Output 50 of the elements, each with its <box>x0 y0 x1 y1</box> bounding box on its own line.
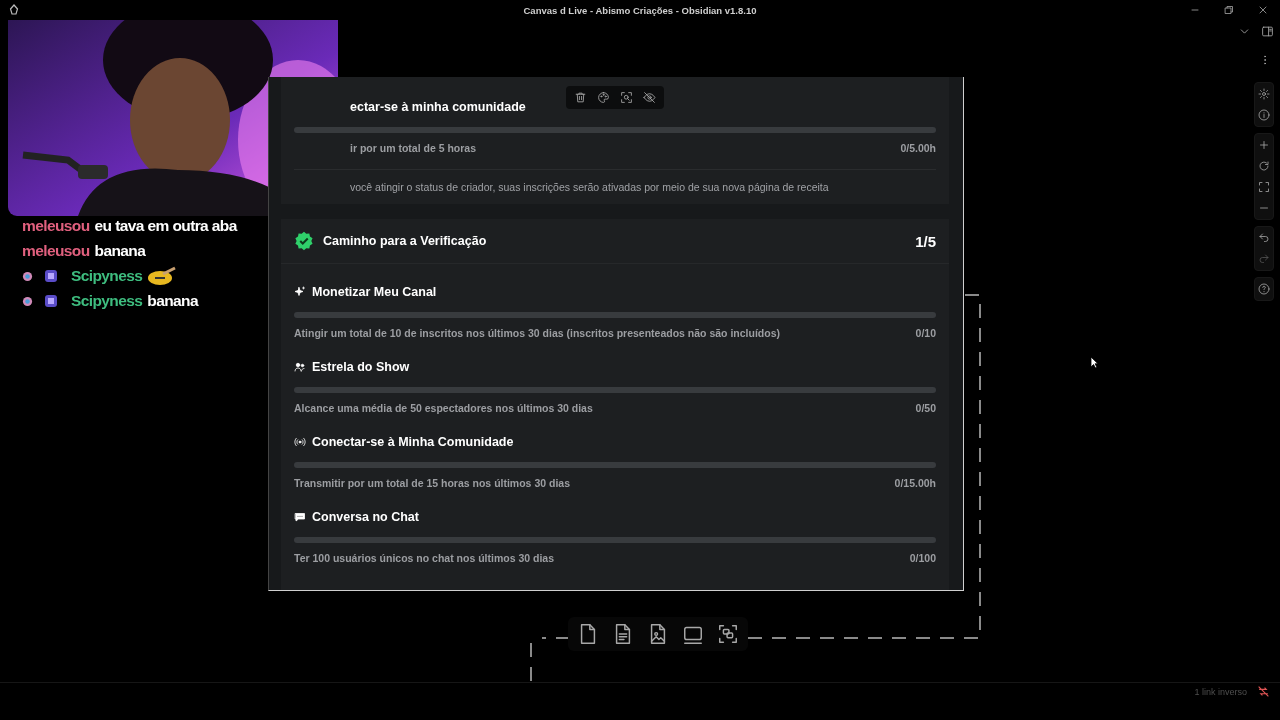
chat-username[interactable]: Scipyness <box>71 292 143 310</box>
section-title: ectar-se à minha comunidade <box>350 100 526 114</box>
chat-message: eu tava em outra aba <box>94 217 237 235</box>
chat-bubble-icon <box>294 511 306 523</box>
badge-icon <box>44 294 58 308</box>
goal-description: Ter 100 usuários únicos no chat nos últimos 30 dias <box>294 552 555 564</box>
trash-icon[interactable] <box>574 91 587 104</box>
undo-icon[interactable] <box>1258 232 1270 244</box>
zoom-to-fit-icon[interactable] <box>620 91 633 104</box>
badge-icon <box>44 269 58 283</box>
fullscreen-icon[interactable] <box>1258 181 1270 193</box>
sidebar-toggle-icon[interactable] <box>1261 25 1274 38</box>
chat-username[interactable]: meleusou <box>22 217 90 235</box>
sparkle-icon <box>294 286 306 298</box>
chat-message: banana <box>147 292 198 310</box>
goal-progress: 0/5.00h <box>900 142 936 154</box>
goal-description: Alcance uma média de 50 espectadores nos últimos 30 dias <box>294 402 593 414</box>
cursor-icon <box>1090 356 1099 369</box>
selection-icon[interactable] <box>717 623 739 645</box>
sync-off-icon[interactable] <box>1257 685 1270 698</box>
settings-icon[interactable] <box>1258 88 1270 100</box>
goal-title: Estrela do Show <box>312 360 410 374</box>
chat-message: banana <box>94 242 146 260</box>
app-logo-icon <box>9 4 19 15</box>
section-title: Caminho para a Verificação <box>323 234 487 248</box>
goal-description: ir por um total de 5 horas <box>349 142 477 154</box>
goal-progress: 0/50 <box>915 402 936 414</box>
eye-off-icon[interactable] <box>643 91 656 104</box>
broadcast-icon <box>294 436 306 448</box>
goal-progress: 0/15.00h <box>894 477 936 489</box>
goal-title: Conversa no Chat <box>312 510 419 524</box>
goal-title: Monetizar Meu Canal <box>312 285 437 299</box>
close-icon[interactable] <box>1257 4 1269 16</box>
people-icon <box>294 361 306 373</box>
palette-icon[interactable] <box>597 91 610 104</box>
goal-count: 1/5 <box>915 232 936 250</box>
info-icon[interactable] <box>1258 109 1270 121</box>
goal-description: Transmitir por um total de 15 horas nos últimos 30 dias <box>294 477 570 489</box>
chat-username[interactable]: Scipyness <box>71 267 143 285</box>
help-icon[interactable] <box>1258 283 1270 295</box>
window-title: Canvas d Live - Abismo Criações - Obsidian v1.8.10 <box>523 4 757 16</box>
chat-username[interactable]: meleusou <box>22 242 90 260</box>
info-note: você atingir o status de criador, suas inscrições serão ativadas por meio de sua nova página de receita <box>294 169 936 204</box>
goal-title: Conectar-se à Minha Comunidade <box>312 435 514 449</box>
goal-description: Atingir um total de 10 de inscritos nos últimos 30 dias (inscritos presenteados não são incluídos) <box>294 327 781 339</box>
goal-progress: 0/100 <box>909 552 936 564</box>
restore-icon[interactable] <box>1223 4 1235 16</box>
zoom-in-icon[interactable] <box>1258 139 1270 151</box>
goal-progress: 0/10 <box>915 327 936 339</box>
reset-icon[interactable] <box>1258 160 1270 172</box>
